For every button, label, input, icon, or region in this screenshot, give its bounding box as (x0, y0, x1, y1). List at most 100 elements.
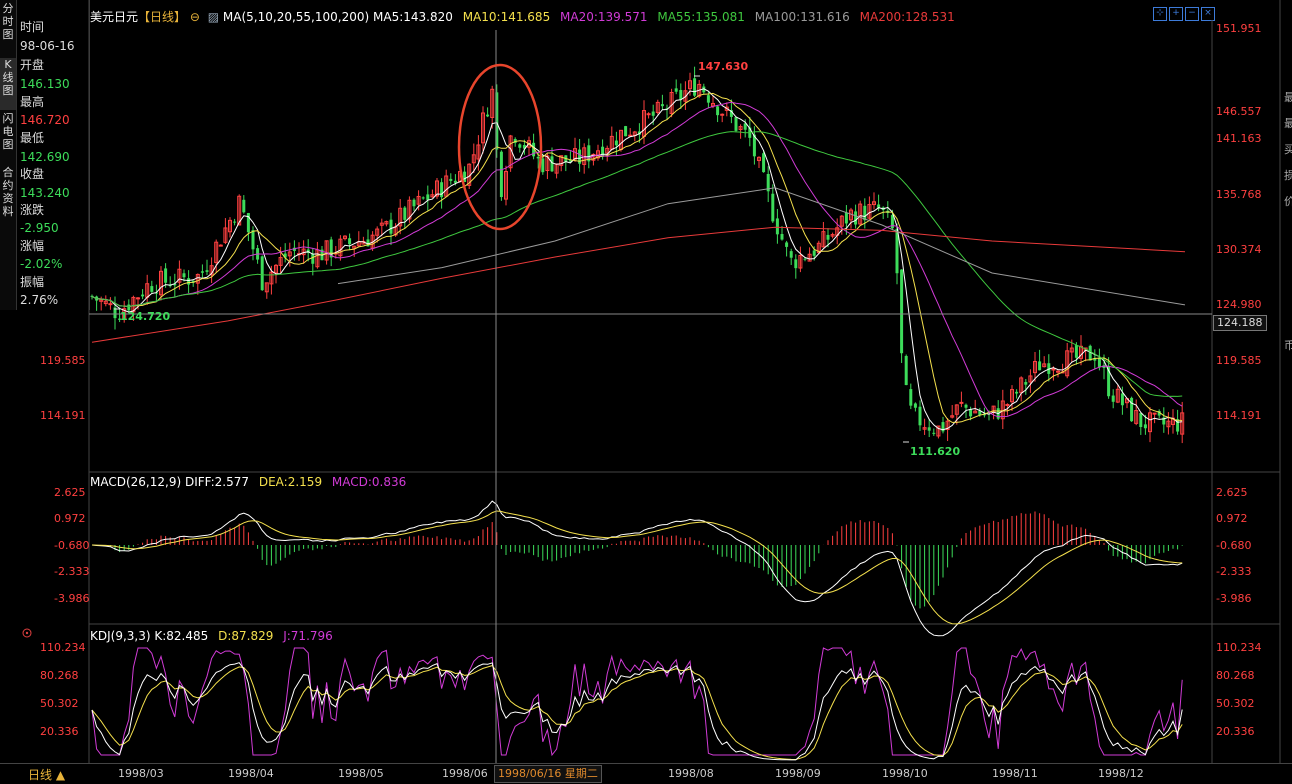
month-label: 1998/04 (228, 767, 274, 780)
candle-body (164, 268, 168, 283)
candle-body (1143, 424, 1147, 429)
macd-right-axis: -2.333 (1216, 565, 1252, 578)
period-switch-button[interactable]: 日线 ▲ (28, 766, 65, 783)
macd-right-axis: -3.986 (1216, 592, 1252, 605)
candle-body (1024, 382, 1028, 385)
candle-body (1051, 368, 1056, 371)
candle-body (854, 211, 858, 225)
month-label: 1998/05 (338, 767, 384, 780)
candle-body (242, 199, 246, 213)
candle-body (900, 269, 904, 354)
candle-body (785, 242, 789, 247)
macd-right-axis: 0.972 (1216, 512, 1248, 525)
macd-value: MACD:0.836 (331, 475, 407, 489)
kdj-left-axis: 50.302 (40, 697, 79, 710)
ma100-line (337, 187, 1186, 306)
macd-dea: DEA:2.159 (258, 475, 323, 489)
candle-body (716, 106, 720, 116)
candle-body (909, 389, 913, 406)
candle-body (794, 259, 798, 269)
candle-body (218, 244, 223, 247)
candle-body (771, 193, 775, 222)
ma10-line (91, 92, 1183, 423)
candle-body (251, 230, 255, 250)
candle-body (789, 251, 793, 258)
kdj-indicator (91, 647, 1183, 761)
candle-body (1097, 357, 1101, 368)
candle-body (932, 432, 936, 434)
price-axis-label: 151.951 (1216, 22, 1262, 35)
right-edge-char: 价 (1284, 195, 1292, 208)
candle-body (536, 156, 540, 159)
kdj-header: KDJ(9,3,3) K:82.485 D:87.829 J:71.796 (90, 629, 333, 643)
candle-body (136, 297, 140, 300)
left-axis-label: 114.191 (40, 409, 86, 422)
candle-body (844, 212, 848, 224)
kdj-right-axis: 80.268 (1216, 669, 1255, 682)
kdj-name: KDJ(9,3,3) (90, 629, 151, 643)
candle-body (964, 404, 968, 408)
candle-body (1074, 345, 1078, 358)
price-axis-label: 130.374 (1216, 243, 1262, 256)
candle-body (651, 111, 655, 116)
ma20-line (91, 101, 1183, 418)
macd-left-axis: 2.625 (54, 486, 86, 499)
month-label: 1998/10 (882, 767, 928, 780)
candle-body (200, 271, 204, 273)
candle-body (440, 182, 444, 198)
candle-body (518, 144, 522, 148)
macd-left-axis: 0.972 (54, 512, 86, 525)
candle-body (1015, 391, 1019, 394)
ma55-line (91, 131, 1183, 397)
candle-body (1005, 403, 1010, 406)
kdj-j-line (91, 647, 1183, 757)
candle-body (624, 126, 628, 137)
candle-body (775, 218, 779, 235)
candle-body (453, 180, 457, 183)
kdj-left-axis: 20.336 (40, 725, 79, 738)
candle-body (550, 156, 554, 172)
candle-body (449, 178, 453, 181)
candle-body (1056, 370, 1060, 373)
kdj-right-axis: 50.302 (1216, 697, 1255, 710)
kdj-left-axis: 80.268 (40, 669, 79, 682)
candle-body (826, 234, 830, 240)
right-edge-char: 损 (1284, 169, 1292, 182)
kdj-right-axis: 110.234 (1216, 641, 1262, 654)
candle-body (674, 88, 678, 92)
candle-body (403, 207, 407, 220)
candle-body (1139, 413, 1143, 427)
kline-chart[interactable]: 147.630 124.720 111.620 (0, 0, 1292, 783)
low-marker-1: 124.720 (120, 310, 170, 323)
candle-body (1038, 361, 1042, 371)
candle-body (1152, 412, 1157, 415)
candle-body (720, 113, 725, 116)
candle-body (913, 403, 917, 408)
macd-name: MACD(26,12,9) (90, 475, 182, 489)
candle-body (614, 140, 618, 146)
kdj-settings-icon-dot (25, 631, 29, 635)
right-edge-char: 最 (1284, 91, 1292, 104)
macd-diff: DIFF:2.577 (184, 475, 250, 489)
candle-body (734, 117, 738, 131)
kdj-left-axis: 110.234 (40, 641, 86, 654)
candle-body (803, 258, 807, 260)
candle-body (660, 104, 664, 107)
candle-body (959, 401, 964, 404)
macd-right-axis: 2.625 (1216, 486, 1248, 499)
candle-body (389, 219, 393, 234)
macd-right-axis: -0.680 (1216, 539, 1252, 552)
kdj-d: D:87.829 (218, 629, 274, 643)
candle-body (863, 205, 867, 221)
price-axis-label: 124.980 (1216, 298, 1262, 311)
month-label: 1998/06 (442, 767, 488, 780)
candle-body (486, 114, 490, 117)
candle-body (311, 254, 315, 264)
right-edge-char: 币 (1284, 339, 1292, 352)
right-edge-char: 买 (1284, 143, 1292, 156)
bottom-time-axis: 日线 ▲ 1998/03 1998/04 1998/05 1998/06 199… (0, 763, 1292, 784)
price-axis-label: 119.585 (1216, 354, 1262, 367)
kdj-j: J:71.796 (283, 629, 333, 643)
kdj-right-axis: 20.336 (1216, 725, 1255, 738)
candle-body (780, 234, 784, 240)
